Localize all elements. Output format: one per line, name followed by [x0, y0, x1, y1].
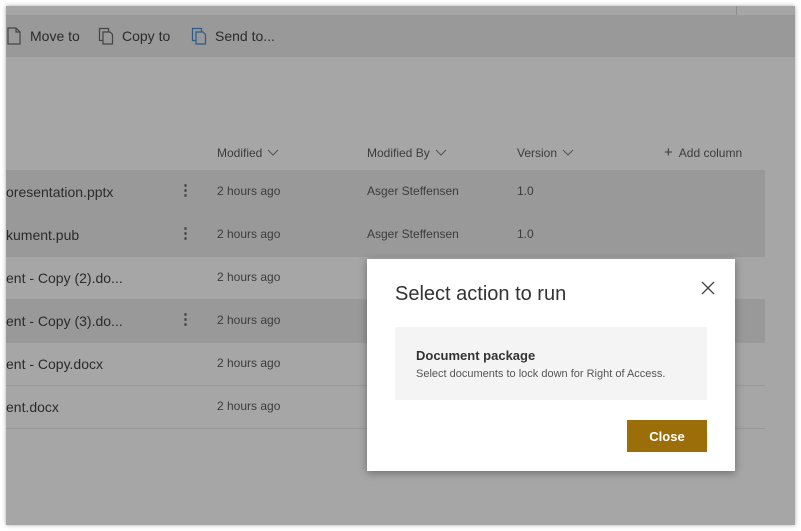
close-button[interactable]: Close — [627, 420, 707, 452]
modified-cell: 2 hours ago — [217, 356, 281, 370]
app-window: Move to Copy to Send to... Modified Modi… — [6, 6, 795, 525]
chevron-down-icon — [268, 149, 279, 156]
file-name[interactable]: ent.docx — [6, 399, 59, 415]
move-to-button[interactable]: Move to — [6, 15, 80, 57]
column-header-modified[interactable]: Modified — [217, 146, 279, 160]
copy-to-icon — [98, 27, 114, 45]
more-options-icon[interactable]: ⋮ — [178, 224, 193, 242]
file-name[interactable]: ent - Copy (3).do... — [6, 313, 123, 329]
move-to-label: Move to — [30, 28, 80, 44]
send-to-button[interactable]: Send to... — [191, 15, 275, 57]
modified-by-cell: Asger Steffensen — [367, 227, 459, 241]
version-cell: 1.0 — [517, 227, 534, 241]
column-header-label: Modified By — [367, 146, 430, 160]
copy-to-label: Copy to — [122, 28, 171, 44]
dialog-title: Select action to run — [395, 283, 567, 305]
chevron-down-icon — [562, 149, 574, 156]
more-options-icon[interactable]: ⋮ — [178, 181, 193, 199]
file-name[interactable]: ent - Copy.docx — [6, 356, 103, 372]
table-row[interactable]: oresentation.pptx 2 hours ago Asger Steffe… — [6, 170, 765, 214]
column-header-version[interactable]: Version — [517, 146, 574, 160]
modified-cell: 2 hours ago — [217, 270, 281, 284]
more-options-icon[interactable]: ⋮ — [178, 310, 193, 328]
close-icon[interactable] — [699, 279, 717, 297]
send-to-icon — [191, 27, 207, 45]
modified-cell: 2 hours ago — [217, 399, 281, 413]
plus-icon: + — [664, 144, 673, 161]
file-name[interactable]: oresentation.pptx — [6, 184, 113, 200]
chevron-down-icon — [435, 149, 447, 156]
modified-cell: 2 hours ago — [217, 184, 281, 198]
option-description: Select documents to lock down for Right … — [416, 368, 666, 380]
add-column-button[interactable]: + Add column — [664, 144, 743, 161]
option-title: Document package — [416, 348, 536, 363]
modified-by-cell: Asger Steffensen — [367, 184, 459, 198]
column-header-modified-by[interactable]: Modified By — [367, 146, 447, 160]
move-to-icon — [6, 27, 22, 45]
document-package-option[interactable]: Document package Select documents to loc… — [395, 327, 707, 400]
modified-cell: 2 hours ago — [217, 313, 281, 327]
copy-to-button[interactable]: Copy to — [98, 15, 170, 57]
add-column-label: Add column — [678, 146, 743, 160]
file-name[interactable]: kument.pub — [6, 227, 79, 243]
table-row[interactable]: kument.pub 2 hours ago Asger Steffensen 1.0… — [6, 213, 765, 257]
column-header-label: Modified — [217, 146, 263, 160]
modified-cell: 2 hours ago — [217, 227, 281, 241]
column-header-label: Version — [517, 146, 558, 160]
file-name[interactable]: ent - Copy (2).do... — [6, 270, 123, 286]
select-action-dialog: Select action to run Document package Se… — [367, 259, 735, 471]
divider — [736, 6, 737, 15]
send-to-label: Send to... — [215, 28, 275, 44]
version-cell: 1.0 — [517, 184, 534, 198]
command-bar: Move to Copy to Send to... — [6, 15, 795, 57]
